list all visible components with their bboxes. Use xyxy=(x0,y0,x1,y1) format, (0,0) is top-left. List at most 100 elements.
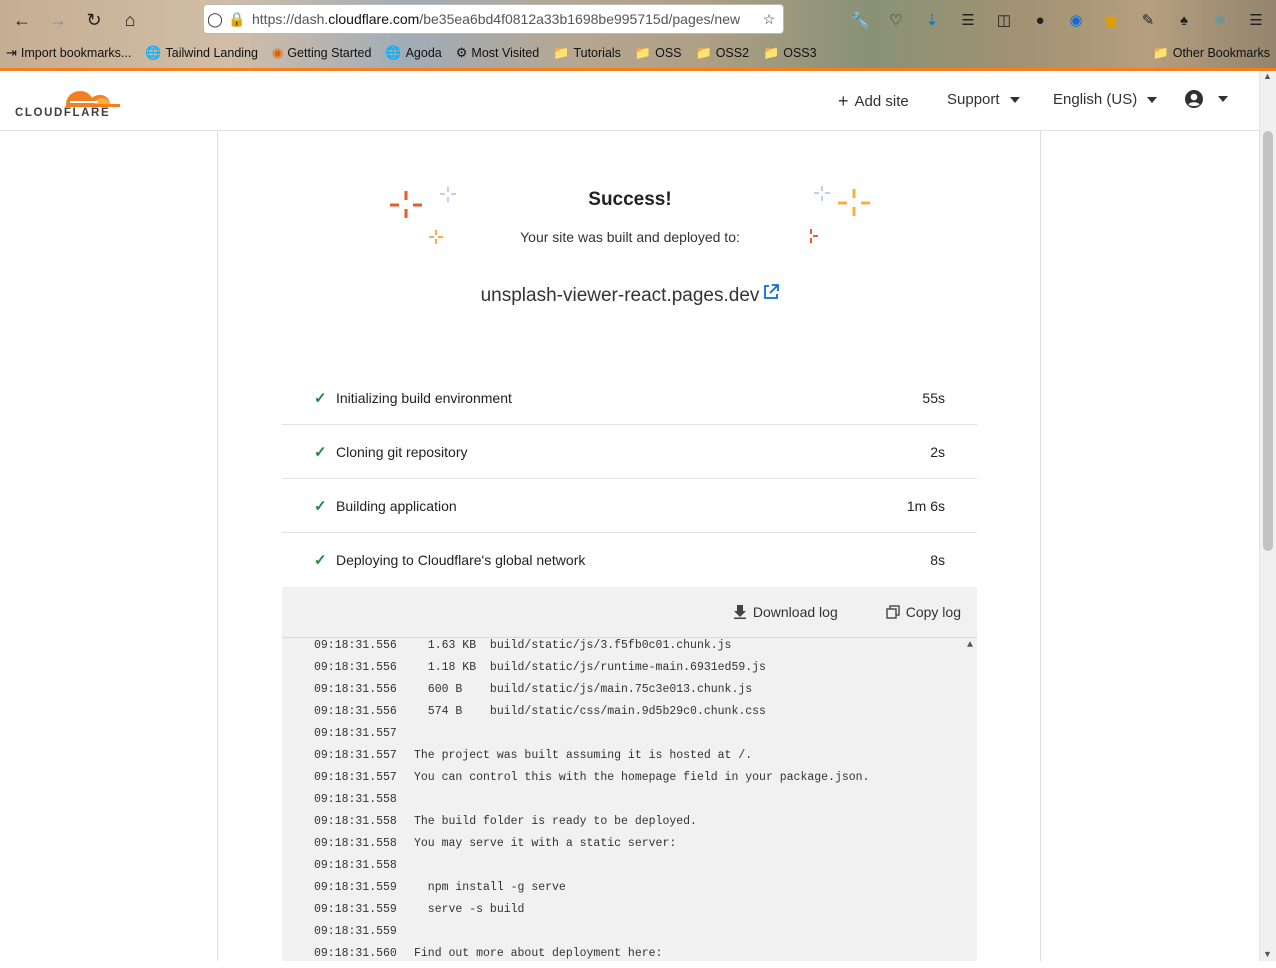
log-timestamp: 09:18:31.560 xyxy=(314,947,397,960)
bookmark-tailwind-landing[interactable]: 🌐 Tailwind Landing xyxy=(145,45,258,61)
wrench-icon[interactable]: 🔧 xyxy=(846,6,874,34)
language-dropdown[interactable]: English (US) xyxy=(1053,91,1158,108)
bookmark-tutorials[interactable]: 📁 Tutorials xyxy=(553,45,621,61)
log-timestamp: 09:18:31.557 xyxy=(314,771,397,784)
folder-icon: 📁 xyxy=(695,45,712,60)
log-message: You can control this with the homepage f… xyxy=(414,771,870,784)
log-line: 09:18:31.558 xyxy=(314,858,977,880)
build-step: ✓ Building application 1m 6s xyxy=(282,479,977,533)
log-line: 09:18:31.556 1.18 KB build/static/js/run… xyxy=(314,660,977,682)
menu-icon[interactable]: ☰ xyxy=(1242,6,1270,34)
check-icon: ✓ xyxy=(314,497,327,515)
lock-icon[interactable]: 🔒 xyxy=(226,11,248,28)
download-icon[interactable]: ⇣ xyxy=(918,6,946,34)
download-log-button[interactable]: Download log xyxy=(733,604,838,620)
scroll-down-icon[interactable]: ▼ xyxy=(1263,949,1272,959)
success-subtitle: Your site was built and deployed to: xyxy=(520,229,740,245)
bookmark-oss3[interactable]: 📁 OSS3 xyxy=(763,45,817,61)
log-line: 09:18:31.559 serve -s build xyxy=(314,902,977,924)
caret-down-icon xyxy=(1009,96,1020,103)
bookmark-oss2[interactable]: 📁 OSS2 xyxy=(696,45,750,61)
log-line: 09:18:31.558 The build folder is ready to… xyxy=(314,814,977,836)
shield-icon[interactable]: ◯ xyxy=(204,11,226,28)
log-timestamp: 09:18:31.559 xyxy=(314,881,397,894)
build-step: ✓ Cloning git repository 2s xyxy=(282,425,977,479)
log-line: 09:18:31.557 You can control this with th… xyxy=(314,770,977,792)
deployed-site-link[interactable]: unsplash-viewer-react.pages.dev xyxy=(218,284,1042,307)
bookmark-most-visited[interactable]: ⚙ Most Visited xyxy=(456,45,540,61)
cloudflare-logo[interactable]: CLOUDFLARE xyxy=(14,81,124,121)
log-message: 574 B build/static/css/main.9d5b29c0.chu… xyxy=(414,705,766,718)
log-output[interactable]: ▲ 09:18:31.556 1.63 KB build/static/js/3… xyxy=(282,638,977,968)
extension-twd-icon[interactable]: ● xyxy=(1026,6,1054,34)
deployment-card: Success! Your site was built and deploye… xyxy=(217,131,1041,961)
sidebar-icon[interactable]: ◫ xyxy=(990,6,1018,34)
add-site-button[interactable]: + Add site xyxy=(838,91,909,112)
reload-icon[interactable]: ↻ xyxy=(80,6,108,34)
log-line: 09:18:31.558 You may serve it with a stat… xyxy=(314,836,977,858)
log-actions: Download log Copy log xyxy=(282,587,977,638)
log-line: 09:18:31.560 Find out more about deployme… xyxy=(314,946,977,968)
folder-icon: 📁 xyxy=(634,45,652,60)
log-message: serve -s build xyxy=(414,903,525,916)
support-dropdown[interactable]: Support xyxy=(947,91,1020,108)
build-step: ✓ Initializing build environment 55s xyxy=(282,371,977,425)
extension-globe-icon[interactable]: ◉ xyxy=(1062,6,1090,34)
log-timestamp: 09:18:31.558 xyxy=(314,793,397,806)
react-devtools-icon[interactable]: ⚛ xyxy=(1206,6,1234,34)
caret-down-icon xyxy=(1147,96,1158,103)
page-scrollbar[interactable]: ▲ ▼ xyxy=(1259,71,1276,961)
log-timestamp: 09:18:31.558 xyxy=(314,859,397,872)
extension-gnome-icon[interactable]: ♠ xyxy=(1170,6,1198,34)
log-line: 09:18:31.557 The project was built assumi… xyxy=(314,748,977,770)
log-line: 09:18:31.556 600 B build/static/js/main.… xyxy=(314,682,977,704)
url-text: https://dash.cloudflare.com/be35ea6bd4f0… xyxy=(252,11,741,27)
plus-icon: + xyxy=(838,91,849,111)
star-icon[interactable]: ☆ xyxy=(755,11,783,28)
home-icon[interactable]: ⌂ xyxy=(116,6,144,34)
log-line: 09:18:31.559 npm install -g serve xyxy=(314,880,977,902)
success-title: Success! xyxy=(588,189,672,210)
bookmark-oss[interactable]: 📁 OSS xyxy=(635,45,682,61)
globe-icon: 🌐 xyxy=(145,45,162,60)
url-bar[interactable]: ◯ 🔒 https://dash.cloudflare.com/be35ea6b… xyxy=(203,4,784,34)
bookmark-other[interactable]: 📁 Other Bookmarks xyxy=(1153,45,1270,61)
build-log-panel: Download log Copy log ▲ 09:18:31.556 1.6… xyxy=(282,587,977,961)
folder-icon: 📁 xyxy=(763,45,780,60)
log-line: 09:18:31.557 xyxy=(314,726,977,748)
account-menu[interactable] xyxy=(1184,89,1228,109)
log-line: 09:18:31.556 1.63 KB build/static/js/3.f… xyxy=(314,638,977,660)
copy-log-button[interactable]: Copy log xyxy=(886,604,961,620)
log-timestamp: 09:18:31.558 xyxy=(314,837,397,850)
import-icon: ⇥ xyxy=(6,45,17,60)
log-message: The build folder is ready to be deployed… xyxy=(414,815,697,828)
external-link-icon[interactable] xyxy=(763,284,780,300)
log-message: Find out more about deployment here: xyxy=(414,947,663,960)
log-timestamp: 09:18:31.557 xyxy=(314,749,397,762)
bookmark-import[interactable]: ⇥ Import bookmarks... xyxy=(6,45,131,61)
notes-icon[interactable]: ✎ xyxy=(1134,6,1162,34)
cloudflare-header: CLOUDFLARE + Add site Support English (U… xyxy=(0,71,1259,131)
log-message: 1.18 KB build/static/js/runtime-main.693… xyxy=(414,661,766,674)
log-timestamp: 09:18:31.556 xyxy=(314,661,397,674)
forward-icon[interactable]: → xyxy=(44,6,72,34)
back-icon[interactable]: ← xyxy=(8,6,36,34)
log-message: You may serve it with a static server: xyxy=(414,837,677,850)
log-scroll-up-icon[interactable]: ▲ xyxy=(967,640,973,651)
extension-screen-icon[interactable]: ▣ xyxy=(1098,6,1126,34)
scrollbar-thumb[interactable] xyxy=(1263,131,1273,551)
scroll-up-icon[interactable]: ▲ xyxy=(1263,71,1272,81)
library-icon[interactable]: ☰ xyxy=(954,6,982,34)
bookmarks-bar: ⇥ Import bookmarks... 🌐 Tailwind Landing ◉… xyxy=(6,42,1270,64)
check-icon: ✓ xyxy=(314,443,327,461)
firefox-icon: ◉ xyxy=(271,45,284,60)
log-timestamp: 09:18:31.558 xyxy=(314,815,397,828)
log-line: 09:18:31.556 574 B build/static/css/main… xyxy=(314,704,977,726)
copy-icon xyxy=(886,605,900,619)
log-message: 1.63 KB build/static/js/3.f5fb0c01.chunk… xyxy=(414,639,732,652)
bookmark-agoda[interactable]: 🌐 Agoda xyxy=(385,45,441,61)
build-steps-list: ✓ Initializing build environment 55s ✓ C… xyxy=(282,371,977,587)
bookmark-getting-started[interactable]: ◉ Getting Started xyxy=(272,45,371,61)
globe-icon: 🌐 xyxy=(385,45,402,60)
pocket-icon[interactable]: ♡ xyxy=(882,6,910,34)
